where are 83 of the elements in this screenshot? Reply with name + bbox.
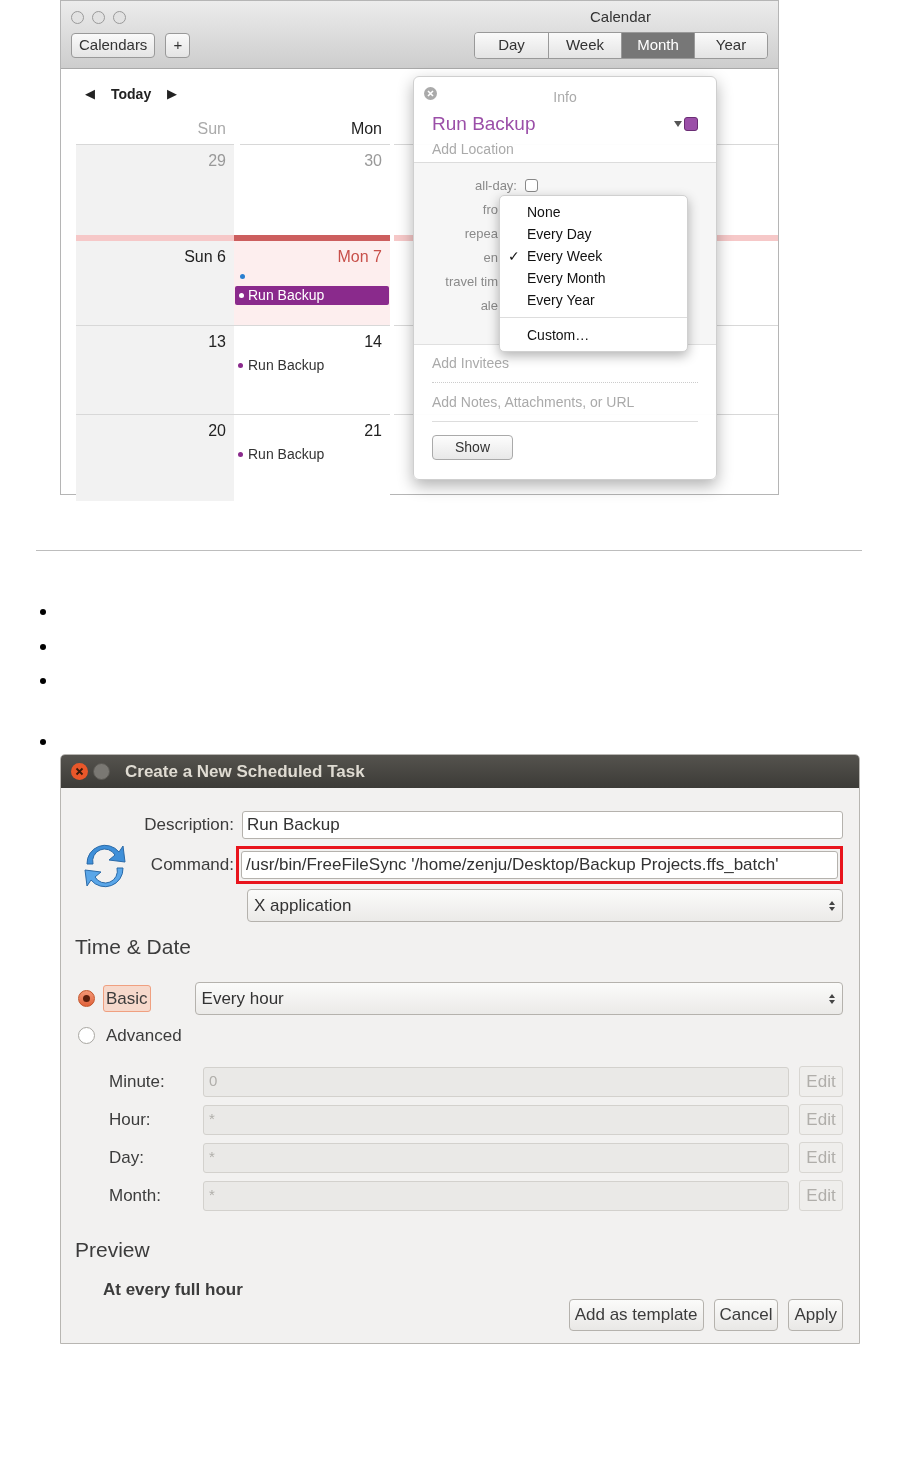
menu-item[interactable]: ✓ Every Week (500, 245, 687, 267)
spinner-arrows-icon (828, 899, 836, 912)
dialog-button[interactable]: Cancel (713, 1298, 779, 1331)
event-chip[interactable]: Run Backup (235, 286, 389, 305)
field-label: Description: (144, 815, 234, 835)
menu-item-label: Every Day (527, 224, 592, 244)
calendars-button[interactable]: Calendars (71, 32, 156, 58)
day-number: 29 (208, 151, 227, 171)
field-label: Hour: (109, 1109, 151, 1129)
field-label: fro (482, 202, 498, 217)
minimize-button[interactable] (93, 763, 110, 780)
day-number: Mon 7 (337, 247, 383, 267)
day-number: 21 (364, 421, 383, 441)
field-label: all-day: (475, 178, 517, 193)
day-cell[interactable]: Sun 6 (76, 235, 234, 325)
field-label: travel tim (445, 274, 498, 289)
day-cell[interactable]: Mon 7 Run Backup (234, 235, 390, 325)
window-button-icon[interactable] (92, 10, 105, 24)
bullet-icon (40, 678, 46, 684)
field-label: ale (480, 298, 498, 313)
field-label: en (483, 250, 498, 265)
window-button-icon[interactable] (113, 10, 126, 24)
menu-item[interactable]: None (500, 201, 687, 223)
previous-button[interactable]: ◀ (85, 84, 95, 104)
day-number: 30 (364, 151, 383, 171)
day-header: Mon (350, 119, 382, 139)
view-tab[interactable]: Month (621, 32, 694, 58)
preview-text: At every full hour (103, 1279, 243, 1301)
close-button[interactable] (71, 763, 88, 780)
menu-item[interactable]: Every Month (500, 267, 687, 289)
menu-item-label: Every Week (527, 246, 603, 266)
command-field[interactable]: /usr/bin/FreeFileSync '/home/zenju/Desktop/Backup Projects.ffs_batch' (241, 851, 838, 879)
dialog-button[interactable]: Add as template (568, 1298, 704, 1331)
view-tab[interactable]: Day (475, 32, 548, 58)
radio-button[interactable] (78, 990, 95, 1007)
window-title: Calendar (590, 6, 651, 27)
bullet-icon (40, 644, 46, 650)
menu-item-label: Every Year (527, 290, 595, 310)
section-heading: Preview (75, 1236, 150, 1263)
window-button-icon[interactable] (71, 10, 84, 24)
bullet-icon (40, 609, 46, 615)
today-button[interactable]: Today (111, 83, 152, 105)
popover-title: Info (553, 89, 577, 105)
dialog-title: Create a New Scheduled Task (125, 760, 365, 783)
view-tab[interactable]: Week (548, 32, 621, 58)
day-number: 20 (208, 421, 227, 441)
show-button[interactable]: Show (432, 435, 513, 460)
radio-label: Advanced (105, 1024, 183, 1047)
radio-label: Basic (103, 984, 151, 1013)
field-label: repea (464, 226, 498, 241)
day-cell[interactable]: 20 (76, 414, 234, 501)
event-title[interactable]: Run Backup (248, 355, 325, 376)
dialog-button[interactable]: Apply (788, 1298, 843, 1331)
event-title[interactable]: Run Backup (432, 110, 536, 139)
add-button[interactable]: + (165, 32, 191, 58)
calendar-color-swatch[interactable] (684, 117, 698, 132)
spinner-arrows-icon (828, 992, 836, 1005)
day-number: 14 (364, 332, 383, 352)
field-label: Day: (109, 1147, 144, 1167)
checkmark-icon: ✓ (508, 245, 527, 267)
type-select[interactable]: X application (247, 889, 843, 922)
close-icon[interactable] (424, 87, 437, 100)
day-number: 13 (208, 332, 227, 352)
menu-item[interactable]: Custom… (500, 324, 687, 346)
day-number: Sun 6 (184, 247, 227, 267)
menu-item[interactable]: Every Year (500, 289, 687, 311)
radio-button[interactable] (78, 1027, 95, 1044)
day-cell[interactable]: 13 (76, 325, 234, 414)
checkbox[interactable] (525, 178, 538, 192)
section-heading: Time & Date (75, 934, 191, 960)
menu-item-label: None (527, 202, 561, 222)
view-tab[interactable]: Year (694, 32, 767, 58)
field-label: Month: (109, 1185, 161, 1205)
field-label: Minute: (109, 1071, 165, 1091)
day-header: Sun (197, 119, 226, 139)
field-label: Command: (150, 855, 234, 875)
bullet-icon (40, 739, 46, 745)
next-button[interactable]: ▶ (167, 84, 178, 104)
menu-item-label: Every Month (527, 268, 606, 288)
description-field[interactable]: Run Backup (242, 811, 843, 839)
schedule-select[interactable]: Every hour (194, 982, 843, 1015)
menu-item[interactable]: Every Day (500, 223, 687, 245)
event-title[interactable]: Run Backup (248, 444, 325, 465)
